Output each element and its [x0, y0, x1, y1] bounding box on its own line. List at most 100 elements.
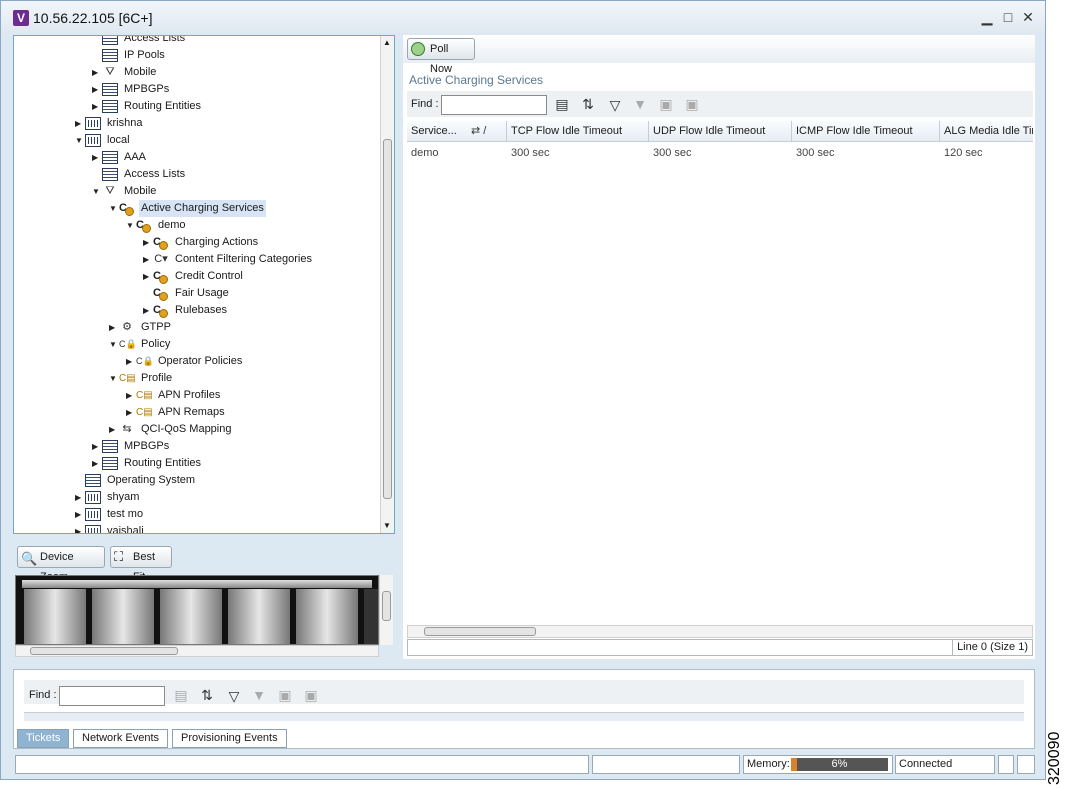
- column-header-alg[interactable]: ALG Media Idle Tim: [940, 121, 1033, 142]
- collapse-icon[interactable]: ▼: [109, 200, 117, 217]
- tree-item[interactable]: Access Lists: [14, 166, 374, 183]
- tree-item[interactable]: Fair Usage: [14, 285, 374, 302]
- chassis-slot[interactable]: [92, 589, 154, 644]
- table-h-scrollbar[interactable]: [407, 625, 1033, 638]
- events-export-icon[interactable]: ▤: [173, 687, 189, 703]
- tree-item[interactable]: Access Lists: [14, 36, 374, 47]
- poll-now-button[interactable]: Poll Now: [407, 38, 475, 75]
- tree-item[interactable]: ▶ MPBGPs: [14, 438, 374, 455]
- tree-item[interactable]: ▶ Routing Entities: [14, 98, 374, 115]
- tree-item[interactable]: ▶ C▾ Content Filtering Categories: [14, 251, 374, 268]
- column-header-icmp[interactable]: ICMP Flow Idle Timeout: [792, 121, 940, 142]
- best-fit-button[interactable]: ⛶ Best Fit: [110, 546, 172, 583]
- collapse-icon[interactable]: ▼: [109, 370, 117, 387]
- expand-icon[interactable]: ▶: [109, 319, 117, 336]
- collapse-icon[interactable]: ▼: [92, 183, 100, 200]
- export-icon[interactable]: ▤: [554, 96, 570, 112]
- expand-icon[interactable]: ▶: [75, 506, 83, 523]
- find-input[interactable]: [441, 95, 547, 115]
- tree-item[interactable]: ▶ vaishali: [14, 523, 374, 533]
- tree-item[interactable]: ▼ Active Charging Services: [14, 200, 374, 217]
- tab-tickets[interactable]: Tickets: [17, 729, 70, 748]
- expand-icon[interactable]: ▶: [143, 234, 151, 251]
- advanced-filter-icon[interactable]: ▼: [632, 96, 648, 112]
- column-header-service[interactable]: Service... ⇄ /: [407, 121, 507, 142]
- tree-item[interactable]: ▶ ⛛ Mobile: [14, 64, 374, 81]
- tree-item[interactable]: ▶ test mo: [14, 506, 374, 523]
- events-advanced-filter-icon[interactable]: ▼: [251, 687, 267, 703]
- tree-item[interactable]: ▼ C▤ Profile: [14, 370, 374, 387]
- events-save-filter-icon[interactable]: ▣: [277, 687, 293, 703]
- save-filter-icon[interactable]: ▣: [658, 96, 674, 112]
- chassis-view[interactable]: [15, 575, 379, 645]
- tree-scroll-thumb[interactable]: [383, 139, 392, 499]
- table-cell[interactable]: 120 sec: [940, 143, 983, 163]
- events-clear-filter-icon[interactable]: ▣: [303, 687, 319, 703]
- chassis-slot[interactable]: [296, 589, 358, 644]
- tree-item[interactable]: ▶ C🔒 Operator Policies: [14, 353, 374, 370]
- sort-icon[interactable]: ⇅: [580, 96, 596, 112]
- chassis-slot[interactable]: [24, 589, 86, 644]
- collapse-icon[interactable]: ▼: [75, 132, 83, 149]
- events-filter-icon[interactable]: ▽: [226, 688, 242, 704]
- clear-filter-icon[interactable]: ▣: [684, 96, 700, 112]
- expand-icon[interactable]: ▶: [92, 438, 100, 455]
- tree-item[interactable]: ▼ C🔒 Policy: [14, 336, 374, 353]
- expand-icon[interactable]: ▶: [143, 302, 151, 319]
- expand-icon[interactable]: ▶: [126, 404, 134, 421]
- tree-item[interactable]: ▶ shyam: [14, 489, 374, 506]
- close-button[interactable]: ✕: [1020, 9, 1036, 25]
- tab-network-events[interactable]: Network Events: [73, 729, 169, 748]
- table-h-scroll-thumb[interactable]: [424, 627, 536, 636]
- tree-item[interactable]: ▼ demo: [14, 217, 374, 234]
- tree-item[interactable]: ▶ C▤ APN Remaps: [14, 404, 374, 421]
- tree-item[interactable]: ▶ C▤ APN Profiles: [14, 387, 374, 404]
- expand-icon[interactable]: ▶: [92, 455, 100, 472]
- table-cell[interactable]: 300 sec: [792, 143, 835, 163]
- tree-item[interactable]: ▶ ⇆ QCI-QoS Mapping: [14, 421, 374, 438]
- tree-item[interactable]: ▶ MPBGPs: [14, 81, 374, 98]
- tree-item[interactable]: IP Pools: [14, 47, 374, 64]
- expand-icon[interactable]: ▶: [75, 489, 83, 506]
- scroll-down-icon[interactable]: ▼: [383, 521, 391, 530]
- tree-item[interactable]: ▼ ⛛ Mobile: [14, 183, 374, 200]
- expand-icon[interactable]: ▶: [92, 81, 100, 98]
- tree-item[interactable]: ▶ ⚙ GTPP: [14, 319, 374, 336]
- expand-icon[interactable]: ▶: [143, 251, 151, 268]
- tree-item[interactable]: ▼ local: [14, 132, 374, 149]
- device-zoom-button[interactable]: 🔍 Device Zoom: [17, 546, 105, 583]
- expand-icon[interactable]: ▶: [126, 387, 134, 404]
- scroll-up-icon[interactable]: ▲: [383, 38, 391, 47]
- collapse-icon[interactable]: ▼: [109, 336, 117, 353]
- zoom-v-scrollbar[interactable]: [379, 575, 393, 645]
- expand-icon[interactable]: ▶: [92, 149, 100, 166]
- zoom-v-scroll-thumb[interactable]: [382, 591, 391, 621]
- filter-icon[interactable]: ▽: [607, 97, 623, 113]
- expand-icon[interactable]: ▶: [75, 115, 83, 132]
- tree-item[interactable]: ▶ Rulebases: [14, 302, 374, 319]
- chassis-slot[interactable]: [228, 589, 290, 644]
- tree-item[interactable]: ▶ Charging Actions: [14, 234, 374, 251]
- expand-icon[interactable]: ▶: [109, 421, 117, 438]
- expand-icon[interactable]: ▶: [126, 353, 134, 370]
- table-cell[interactable]: 300 sec: [649, 143, 692, 163]
- zoom-h-scroll-thumb[interactable]: [30, 647, 178, 655]
- events-sort-icon[interactable]: ⇅: [199, 687, 215, 703]
- expand-icon[interactable]: ▶: [92, 98, 100, 115]
- collapse-icon[interactable]: ▼: [126, 217, 134, 234]
- maximize-button[interactable]: □: [1000, 9, 1016, 25]
- expand-icon[interactable]: ▶: [75, 523, 83, 533]
- tree-item[interactable]: ▶ AAA: [14, 149, 374, 166]
- column-header-udp[interactable]: UDP Flow Idle Timeout: [649, 121, 792, 142]
- tree-item[interactable]: ▶ krishna: [14, 115, 374, 132]
- table-cell[interactable]: demo: [407, 143, 439, 163]
- minimize-button[interactable]: ▁: [979, 9, 995, 25]
- chassis-slot[interactable]: [160, 589, 222, 644]
- column-header-tcp[interactable]: TCP Flow Idle Timeout: [507, 121, 649, 142]
- table-cell[interactable]: 300 sec: [507, 143, 550, 163]
- events-find-input[interactable]: [59, 686, 165, 706]
- zoom-h-scrollbar[interactable]: [15, 645, 379, 657]
- expand-icon[interactable]: ▶: [143, 268, 151, 285]
- tree-item[interactable]: ▶ Credit Control: [14, 268, 374, 285]
- expand-icon[interactable]: ▶: [92, 64, 100, 81]
